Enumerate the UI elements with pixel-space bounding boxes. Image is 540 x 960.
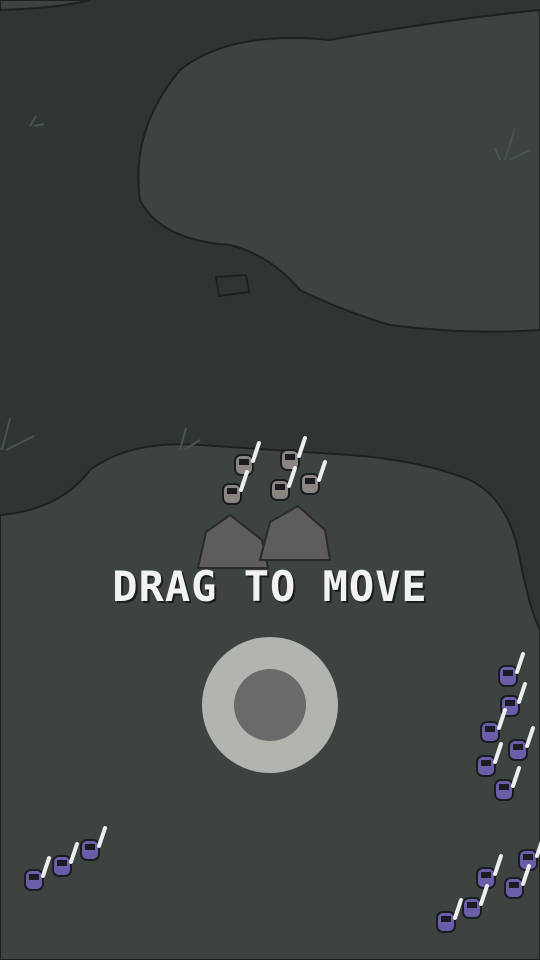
small-hole <box>214 273 251 298</box>
ground-patch-top-left <box>0 0 91 12</box>
virtual-joystick-knob[interactable] <box>234 669 306 741</box>
ground-patch-top-right <box>137 8 540 333</box>
game-map[interactable] <box>0 0 540 960</box>
tutorial-text: DRAG TO MOVE <box>112 562 428 611</box>
